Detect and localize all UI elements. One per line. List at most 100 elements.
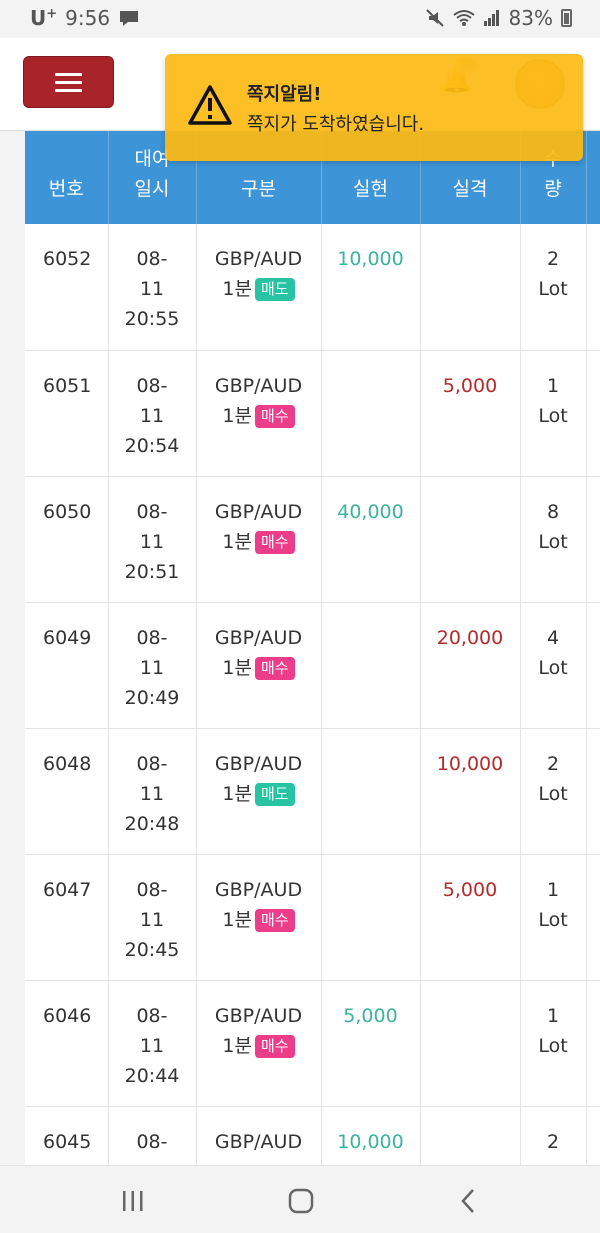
table-row[interactable]: 6047 08- 11 20:45 GBP/AUD 1분 매수 5,000 1 Lot [25,854,600,981]
cell-realized: 40,000 [321,476,421,603]
home-icon [288,1188,314,1214]
cell-category: GBP/AUD 1분 매도 [196,224,322,351]
trade-type-badge: 매수 [254,404,295,428]
toast-title: 쪽지알림! [247,84,322,105]
interval-label: 1분 [222,656,252,679]
cell-overflow [586,854,600,981]
interval-label: 1분 [222,1034,252,1057]
cell-category: GBP/AUD 1분 매수 [196,980,322,1107]
wifi-icon [452,10,475,26]
table-row[interactable]: 6048 08- 11 20:48 GBP/AUD 1분 매도 10,000 2 Lot [25,728,600,855]
signal-icon [483,10,499,26]
interval-row: 1분 매도 [197,779,321,809]
menu-icon-bar [55,80,82,84]
carrier-label: U+ [30,6,58,30]
cell-category: GBP/AUD 1분 매도 [196,728,322,855]
message-notification-toast[interactable]: 쪽지알림! 쪽지가 도착하였습니다. [165,54,583,161]
cell-number: 6045 [25,1106,109,1165]
table-row[interactable]: 6045 08- GBP/AUD 10,000 2 [25,1106,600,1165]
back-icon [461,1189,474,1213]
table-row[interactable]: 6051 08- 11 20:54 GBP/AUD 1분 매수 5,000 1 Lot [25,350,600,477]
mute-icon [425,9,444,27]
cell-category: GBP/AUD 1분 매수 [196,854,322,981]
status-time: 9:56 [65,6,111,30]
interval-row: 1분 매도 [197,274,321,304]
cell-rental-time: 08- 11 20:54 [108,350,197,477]
cell-loss: 5,000 [420,854,521,981]
cell-category: GBP/AUD 1분 매수 [196,350,322,477]
interval-row: 1분 매수 [197,653,321,683]
recent-apps-icon [123,1191,143,1211]
interval-row: 1분 매수 [197,1031,321,1061]
status-bar: U+ 9:56 83% [0,0,600,38]
interval-label: 1분 [222,404,252,427]
cell-category: GBP/AUD 1분 매수 [196,476,322,603]
cell-loss: 5,000 [420,350,521,477]
toast-message: 쪽지가 도착하였습니다. [247,114,425,135]
cell-number: 6051 [25,350,109,477]
table-row[interactable]: 6046 08- 11 20:44 GBP/AUD 1분 매수 5,000 1 Lot [25,980,600,1107]
cell-loss: 10,000 [420,728,521,855]
cell-quantity: 2 Lot [520,728,587,855]
cell-realized [321,350,421,477]
cell-overflow [586,224,600,351]
cell-realized [321,728,421,855]
cell-overflow [586,602,600,729]
cell-number: 6049 [25,602,109,729]
cell-loss [420,980,521,1107]
cell-overflow [586,980,600,1107]
system-nav-bar [0,1165,600,1233]
col-header-overflow [586,131,600,224]
currency-pair: GBP/AUD [214,626,303,649]
currency-pair: GBP/AUD [214,1130,303,1153]
trade-type-badge: 매수 [254,908,295,932]
home-button[interactable] [281,1184,321,1218]
table-row[interactable]: 6050 08- 11 20:51 GBP/AUD 1분 매수 40,000 8 Lot [25,476,600,603]
trade-type-badge: 매수 [254,656,295,680]
trade-type-badge: 매수 [254,530,295,554]
cell-overflow [586,350,600,477]
menu-button[interactable] [23,56,114,108]
interval-label: 1분 [222,530,252,553]
cell-number: 6048 [25,728,109,855]
message-icon [120,11,139,26]
interval-row: 1분 매수 [197,905,321,935]
table-row[interactable]: 6049 08- 11 20:49 GBP/AUD 1분 매수 20,000 4 Lot [25,602,600,729]
interval-label: 1분 [222,782,252,805]
cell-quantity: 4 Lot [520,602,587,729]
cell-loss: 20,000 [420,602,521,729]
cell-realized: 5,000 [321,980,421,1107]
table-row[interactable]: 6052 08- 11 20:55 GBP/AUD 1분 매도 10,000 2 Lot [25,224,600,351]
cell-number: 6052 [25,224,109,351]
cell-loss [420,1106,521,1165]
currency-pair: GBP/AUD [214,752,303,775]
back-button[interactable] [449,1184,489,1218]
cell-overflow [586,476,600,603]
cell-number: 6046 [25,980,109,1107]
cell-realized [321,602,421,729]
cell-rental-time: 08- [108,1106,197,1165]
cell-category: GBP/AUD 1분 매수 [196,602,322,729]
cell-rental-time: 08- 11 20:45 [108,854,197,981]
cell-quantity: 2 Lot [520,224,587,351]
cell-rental-time: 08- 11 20:48 [108,728,197,855]
cell-loss [420,476,521,603]
menu-icon-bar [55,88,82,92]
interval-label: 1분 [222,908,252,931]
cell-realized [321,854,421,981]
col-header-number: 번호 [25,131,109,224]
cell-overflow [586,1106,600,1165]
cell-overflow [586,728,600,855]
rental-history-table[interactable]: 번호 대여 일시 구분 실현 실격 수 량 605208- 11 20:55GB… [25,131,600,1165]
cell-number: 6050 [25,476,109,603]
currency-pair: GBP/AUD [214,878,303,901]
cell-quantity: 1 Lot [520,854,587,981]
cell-quantity: 1 Lot [520,980,587,1107]
cell-rental-time: 08- 11 20:44 [108,980,197,1107]
recent-apps-button[interactable] [113,1184,153,1218]
battery-percent: 83% [508,6,553,30]
phone-screen: U+ 9:56 83% 🔔 89 번호 [0,0,600,1233]
interval-label: 1분 [222,278,252,300]
currency-pair: GBP/AUD [214,374,303,397]
trade-type-badge: 매수 [254,1034,295,1058]
